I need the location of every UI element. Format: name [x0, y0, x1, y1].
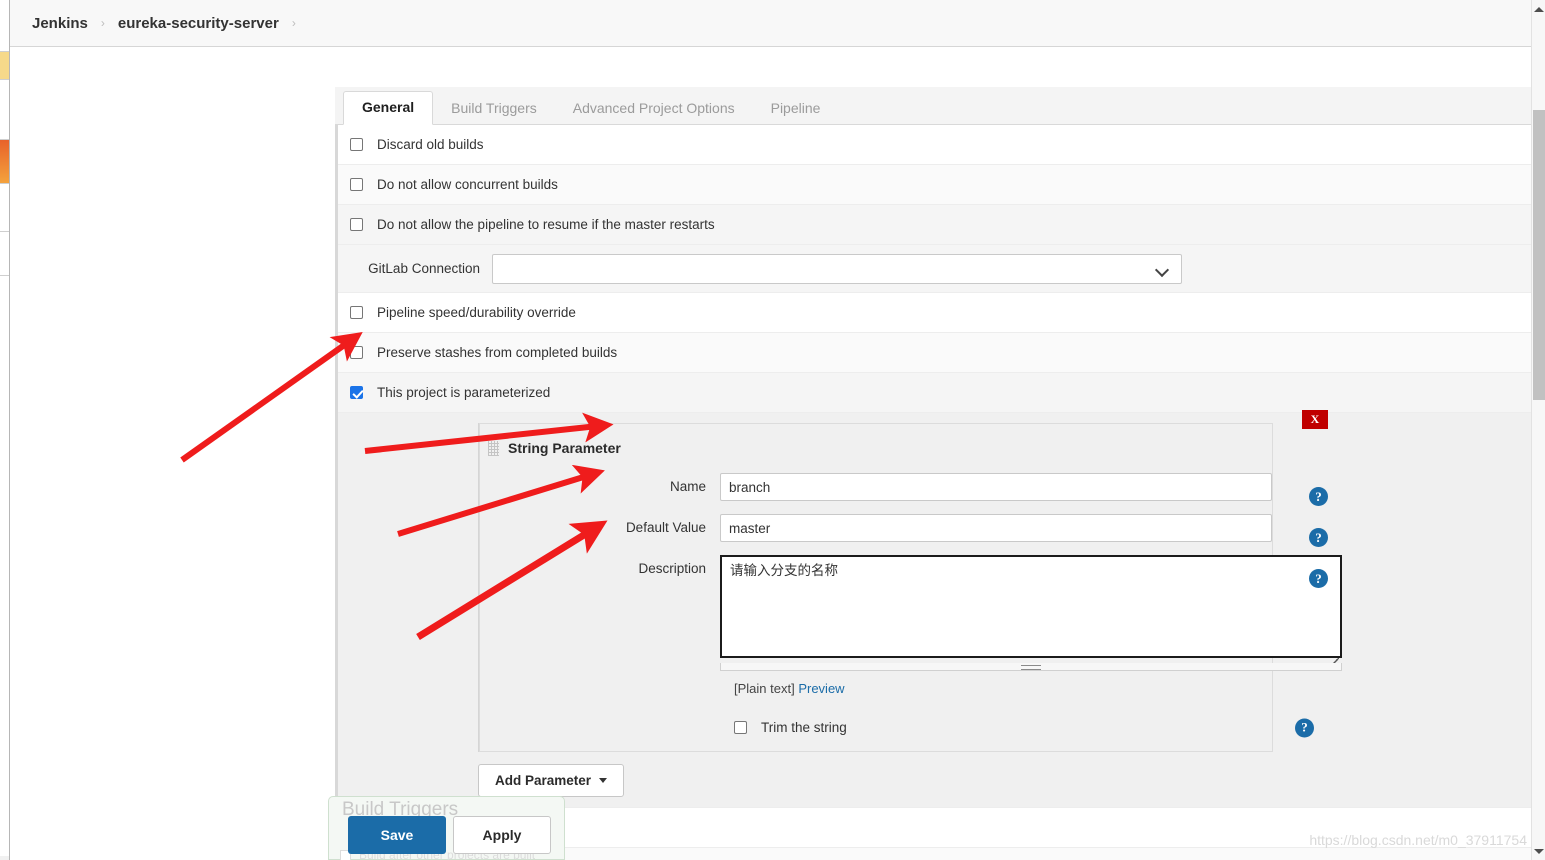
- screenshot-root: Jenkins › eureka-security-server › Gener…: [0, 0, 1545, 860]
- row-no-resume-on-restart: Do not allow the pipeline to resume if t…: [338, 205, 1545, 245]
- tab-advanced-project-options[interactable]: Advanced Project Options: [555, 93, 753, 124]
- label-no-concurrent-builds: Do not allow concurrent builds: [377, 177, 558, 192]
- vertical-scrollbar[interactable]: [1531, 0, 1545, 860]
- label-project-parameterized: This project is parameterized: [377, 385, 551, 400]
- input-parameter-name[interactable]: [720, 473, 1272, 501]
- add-parameter-wrapper: Add Parameter: [478, 764, 1545, 807]
- label-discard-old-builds: Discard old builds: [377, 137, 484, 152]
- label-preserve-stashes: Preserve stashes from completed builds: [377, 345, 618, 360]
- label-trim-the-string: Trim the string: [761, 720, 847, 735]
- checkbox-preserve-stashes[interactable]: [350, 346, 363, 359]
- label-gitlab-connection: GitLab Connection: [368, 261, 480, 276]
- config-tab-bar: General Build Triggers Advanced Project …: [335, 87, 1545, 125]
- breadcrumb-item-jenkins[interactable]: Jenkins: [32, 15, 88, 32]
- preview-link[interactable]: Preview: [798, 681, 844, 696]
- strip-segment: [0, 0, 9, 52]
- tab-general[interactable]: General: [343, 91, 434, 125]
- checkbox-project-parameterized[interactable]: [350, 386, 363, 399]
- strip-segment: [0, 80, 9, 140]
- string-parameter-title: String Parameter: [508, 440, 621, 456]
- label-parameter-name: Name: [669, 479, 706, 494]
- textarea-parameter-description[interactable]: 请输入分支的名称: [720, 555, 1342, 658]
- strip-segment: [0, 52, 9, 80]
- chevron-down-icon: [599, 778, 608, 783]
- breadcrumb: Jenkins › eureka-security-server ›: [10, 0, 1535, 47]
- row-preserve-stashes: Preserve stashes from completed builds ?: [338, 333, 1545, 373]
- textarea-drag-bar[interactable]: [720, 663, 1342, 671]
- browser-left-strip: [0, 0, 10, 860]
- add-parameter-label: Add Parameter: [495, 773, 592, 788]
- field-row-description: Description 请输入分支的名称 ?: [480, 555, 1342, 671]
- field-row-default-value: Default Value ?: [480, 514, 1328, 547]
- strip-segment: [0, 140, 9, 184]
- select-gitlab-connection[interactable]: [492, 253, 1182, 284]
- label-no-resume-on-restart: Do not allow the pipeline to resume if t…: [377, 217, 715, 232]
- row-no-concurrent-builds: Do not allow concurrent builds: [338, 165, 1545, 205]
- scroll-up-arrow-icon[interactable]: [1532, 2, 1545, 16]
- row-trim-the-string: Trim the string ?: [734, 718, 1314, 737]
- string-parameter-card: X String Parameter ? Name ?: [479, 410, 1342, 752]
- input-parameter-default-value[interactable]: [720, 514, 1272, 542]
- strip-segment: [0, 276, 9, 856]
- breadcrumb-item-project[interactable]: eureka-security-server: [118, 15, 279, 32]
- page-body: General Build Triggers Advanced Project …: [10, 47, 1545, 860]
- general-form-area: Discard old builds ? Do not allow concur…: [335, 125, 1545, 860]
- help-icon[interactable]: ?: [1295, 718, 1314, 737]
- label-parameter-description: Description: [638, 561, 706, 576]
- help-icon[interactable]: ?: [1309, 569, 1328, 588]
- checkbox-trim-the-string[interactable]: [734, 721, 747, 734]
- row-discard-old-builds: Discard old builds ?: [338, 125, 1545, 165]
- scroll-down-arrow-icon[interactable]: [1532, 844, 1545, 858]
- tab-build-triggers[interactable]: Build Triggers: [433, 93, 555, 124]
- checkbox-discard-old-builds[interactable]: [350, 138, 363, 151]
- row-project-parameterized: This project is parameterized ?: [338, 373, 1545, 413]
- scrollbar-thumb[interactable]: [1533, 110, 1545, 400]
- strip-segment: [0, 184, 9, 232]
- label-pipeline-speed: Pipeline speed/durability override: [377, 305, 576, 320]
- close-icon[interactable]: X: [1302, 410, 1328, 429]
- add-parameter-button[interactable]: Add Parameter: [478, 764, 625, 797]
- checkbox-no-resume-on-restart[interactable]: [350, 218, 363, 231]
- description-markup-row: [Plain text] Preview: [734, 681, 1272, 696]
- breadcrumb-separator-icon: ›: [100, 16, 105, 30]
- field-row-name: Name ?: [480, 473, 1328, 506]
- tab-pipeline[interactable]: Pipeline: [753, 93, 839, 124]
- help-icon[interactable]: ?: [1309, 487, 1328, 506]
- description-textarea-wrapper: 请输入分支的名称: [720, 555, 1342, 671]
- parameters-block: X String Parameter ? Name ?: [338, 410, 1545, 808]
- save-button[interactable]: Save: [348, 816, 446, 854]
- row-gitlab-connection: GitLab Connection: [338, 245, 1545, 293]
- label-parameter-default-value: Default Value: [625, 520, 706, 535]
- drag-handle-icon[interactable]: [488, 440, 499, 456]
- parameters-inner: X String Parameter ? Name ?: [478, 410, 1413, 752]
- checkbox-pipeline-speed[interactable]: [350, 306, 363, 319]
- row-pipeline-speed: Pipeline speed/durability override ?: [338, 293, 1545, 333]
- help-icon[interactable]: ?: [1309, 528, 1328, 547]
- checkbox-no-concurrent-builds[interactable]: [350, 178, 363, 191]
- job-config-panel: General Build Triggers Advanced Project …: [335, 87, 1545, 860]
- apply-button[interactable]: Apply: [453, 816, 551, 854]
- strip-segment: [0, 232, 9, 276]
- breadcrumb-separator-icon: ›: [291, 16, 296, 30]
- string-parameter-header: String Parameter ?: [480, 436, 1328, 597]
- plain-text-note: [Plain text]: [734, 681, 795, 696]
